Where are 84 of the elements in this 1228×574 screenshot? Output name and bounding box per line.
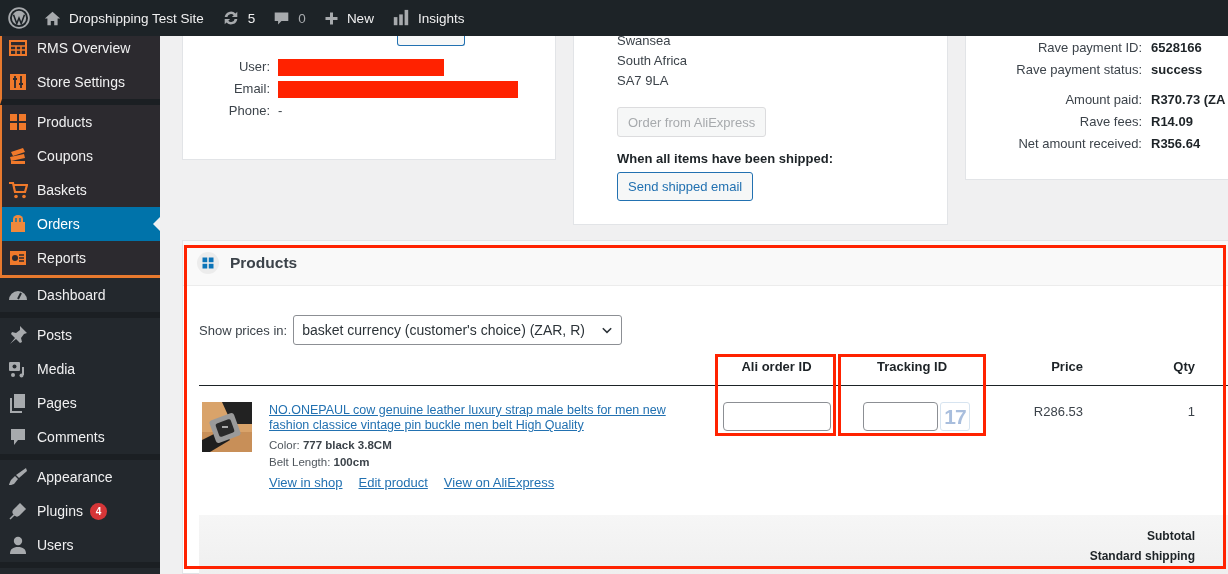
payment-label: Net amount received: (1017, 135, 1142, 151)
new-label[interactable]: New (346, 10, 374, 26)
payment-value: R356.64 (1151, 135, 1201, 151)
address-line: SA7 9LA (617, 72, 670, 90)
field-label: Phone: (227, 102, 270, 120)
sidebar-item[interactable]: Orders (2, 207, 160, 241)
payment-label: Amount paid: (1064, 91, 1142, 107)
wordpress-logo-icon (8, 7, 30, 29)
address-line: Swansea (617, 36, 672, 50)
payment-value: success (1151, 61, 1203, 77)
pages-icon (8, 393, 28, 413)
send-email-button[interactable]: Send shipped email (617, 172, 754, 201)
site-name[interactable]: Dropshipping Test Site (69, 10, 204, 26)
totals-label: Subtotal (1147, 528, 1195, 544)
product-action-link[interactable]: View on AliExpress (443, 475, 555, 491)
sidebar-item[interactable]: Pages (0, 386, 160, 420)
update-count[interactable]: 5 (247, 10, 256, 26)
column-header: Ali order ID (740, 358, 813, 376)
column-header: Tracking ID (875, 358, 949, 376)
current-page-pointer (153, 217, 160, 231)
table-cell-text: R286.53 (1032, 403, 1083, 421)
payment-value: 6528166 (1151, 39, 1202, 55)
plug-icon (8, 501, 28, 521)
bar-chart-icon (391, 9, 410, 27)
sidebar-item[interactable]: Plugins 4 (0, 494, 160, 528)
comments-link[interactable]: 0 (273, 9, 306, 27)
sidebar-item[interactable]: Dashboard (0, 278, 160, 312)
site-link[interactable]: Dropshipping Test Site (44, 9, 204, 27)
product-attribute: Color: 777 black 3.8CM (269, 438, 393, 453)
column-header: Qty (1172, 358, 1195, 376)
updates-link[interactable]: 5 (221, 9, 256, 27)
payment-label: Rave payment ID: (1036, 39, 1142, 55)
payment-label: Rave fees: (1078, 113, 1142, 129)
table-icon (8, 38, 28, 58)
sidebar-item[interactable]: Appearance (0, 460, 160, 494)
insights-link[interactable]: Insights (391, 9, 465, 27)
column-header: Price (1050, 358, 1083, 376)
report-icon (8, 248, 28, 268)
totals-label: Standard shipping (1089, 548, 1195, 564)
user-icon (8, 535, 28, 555)
panel-title: Products (230, 254, 298, 272)
brush-icon (8, 467, 28, 487)
sidebar-item[interactable]: Baskets (2, 173, 160, 207)
home-icon (44, 9, 61, 27)
table-cell-text: 1 (1186, 403, 1195, 421)
field-label: Email: (232, 80, 270, 98)
tracking-id-field[interactable] (863, 402, 938, 431)
sidebar-item[interactable]: Reports (2, 241, 160, 275)
comment-count[interactable]: 0 (298, 10, 306, 26)
sidebar-item[interactable]: Users (0, 528, 160, 562)
sidebar-item[interactable]: Products (2, 105, 160, 139)
sidebar-item[interactable]: Posts (0, 318, 160, 352)
payment-value: R14.09 (1151, 113, 1193, 129)
sidebar-item[interactable]: Media (0, 352, 160, 386)
address-line: South Africa (617, 52, 689, 70)
new-link[interactable]: New (323, 10, 374, 26)
plus-icon (323, 10, 339, 26)
product-link[interactable]: NO.ONEPAUL cow genuine leather luxury strap male belts for men new fashion classice vintage pin buckle men belt High Quality (269, 403, 689, 433)
payment-value: R370.73 (ZA (1151, 91, 1226, 107)
pin-icon (8, 325, 28, 345)
tickets-icon (8, 146, 28, 166)
product-attribute: Belt Length: 100cm (269, 455, 371, 470)
speech-bubble-icon (8, 427, 28, 447)
select-label: Show prices in: (199, 322, 288, 338)
field-value: - (278, 102, 283, 120)
shipped-label: When all items have been shipped: (617, 150, 834, 168)
bag-icon (8, 214, 28, 234)
grid-icon (8, 112, 28, 132)
count-badge: 4 (89, 502, 107, 520)
grid-icon (197, 252, 219, 274)
sidebar-item[interactable]: Comments (0, 420, 160, 454)
product-action-link[interactable]: View in shop (269, 475, 343, 491)
cut-off-button[interactable] (397, 36, 465, 46)
sidebar-item[interactable]: RMS Overview (2, 36, 160, 65)
currency-select[interactable]: basket currency (customer's choice) (ZAR, R) (293, 315, 623, 345)
sidebar-item[interactable]: Store Settings (2, 65, 160, 99)
sliders-icon (8, 72, 28, 92)
product-action-link[interactable]: Edit product (358, 475, 428, 491)
payment-label: Rave payment status: (1015, 61, 1142, 77)
field-label: User: (237, 58, 270, 76)
insights-label[interactable]: Insights (417, 10, 465, 26)
ali-order-id-field[interactable] (723, 402, 831, 431)
cart-icon (8, 180, 28, 200)
sidebar-item[interactable]: Coupons (2, 139, 160, 173)
